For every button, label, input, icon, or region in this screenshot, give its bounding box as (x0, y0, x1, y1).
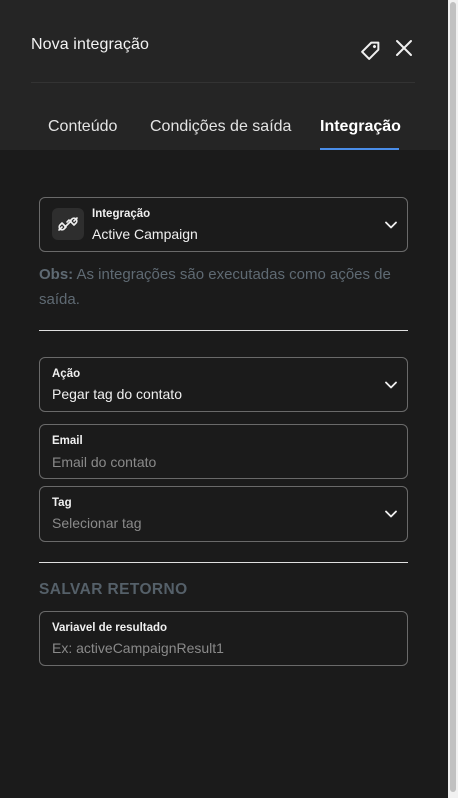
integration-label: Integração (92, 208, 151, 220)
integration-value: Active Campaign (92, 226, 198, 242)
scrollbar-thumb[interactable] (450, 2, 456, 792)
result-variable-field[interactable]: Variavel de resultado Ex: activeCampaign… (39, 611, 408, 666)
tag-button[interactable] (359, 36, 385, 62)
close-button[interactable] (394, 38, 414, 58)
email-label: Email (52, 435, 83, 447)
plug-icon (58, 217, 78, 231)
chevron-down-icon (385, 510, 397, 518)
tag-placeholder: Selecionar tag (52, 515, 142, 531)
section-divider (39, 562, 408, 563)
action-label: Ação (52, 368, 81, 380)
chevron-down-icon (385, 221, 397, 228)
obs-prefix: Obs: (39, 266, 74, 283)
result-variable-label: Variavel de resultado (52, 622, 168, 634)
header-divider (31, 82, 415, 83)
tag-select[interactable]: Tag Selecionar tag (39, 486, 408, 542)
integration-panel: Nova integração Conteúdo Condições de sa… (0, 0, 448, 798)
tab-integracao[interactable]: Integração (320, 118, 401, 136)
tab-condicoes-de-saida[interactable]: Condições de saída (150, 118, 291, 136)
tag-label: Tag (52, 497, 72, 509)
panel-header: Nova integração Conteúdo Condições de sa… (0, 0, 448, 150)
tab-bar: Conteúdo Condições de saída Integração (0, 108, 448, 150)
save-return-title: SALVAR RETORNO (39, 581, 188, 598)
email-placeholder: Email do contato (52, 454, 157, 470)
obs-text: As integrações são executadas como ações… (39, 266, 391, 308)
result-variable-placeholder: Ex: activeCampaignResult1 (52, 640, 224, 656)
tag-icon (361, 41, 380, 60)
email-field[interactable]: Email Email do contato (39, 424, 408, 479)
section-divider (39, 330, 408, 331)
integration-select[interactable]: Integração Active Campaign (39, 197, 408, 252)
panel-title: Nova integração (31, 36, 150, 53)
active-tab-indicator (320, 148, 399, 150)
action-select[interactable]: Ação Pegar tag do contato (39, 357, 408, 412)
integration-logo (52, 208, 84, 240)
close-icon (396, 40, 412, 56)
tab-conteudo[interactable]: Conteúdo (48, 118, 117, 136)
scrollbar[interactable] (448, 0, 458, 798)
action-value: Pegar tag do contato (52, 386, 182, 402)
obs-note: Obs: As integrações são executadas como … (39, 262, 411, 312)
chevron-down-icon (385, 381, 397, 388)
